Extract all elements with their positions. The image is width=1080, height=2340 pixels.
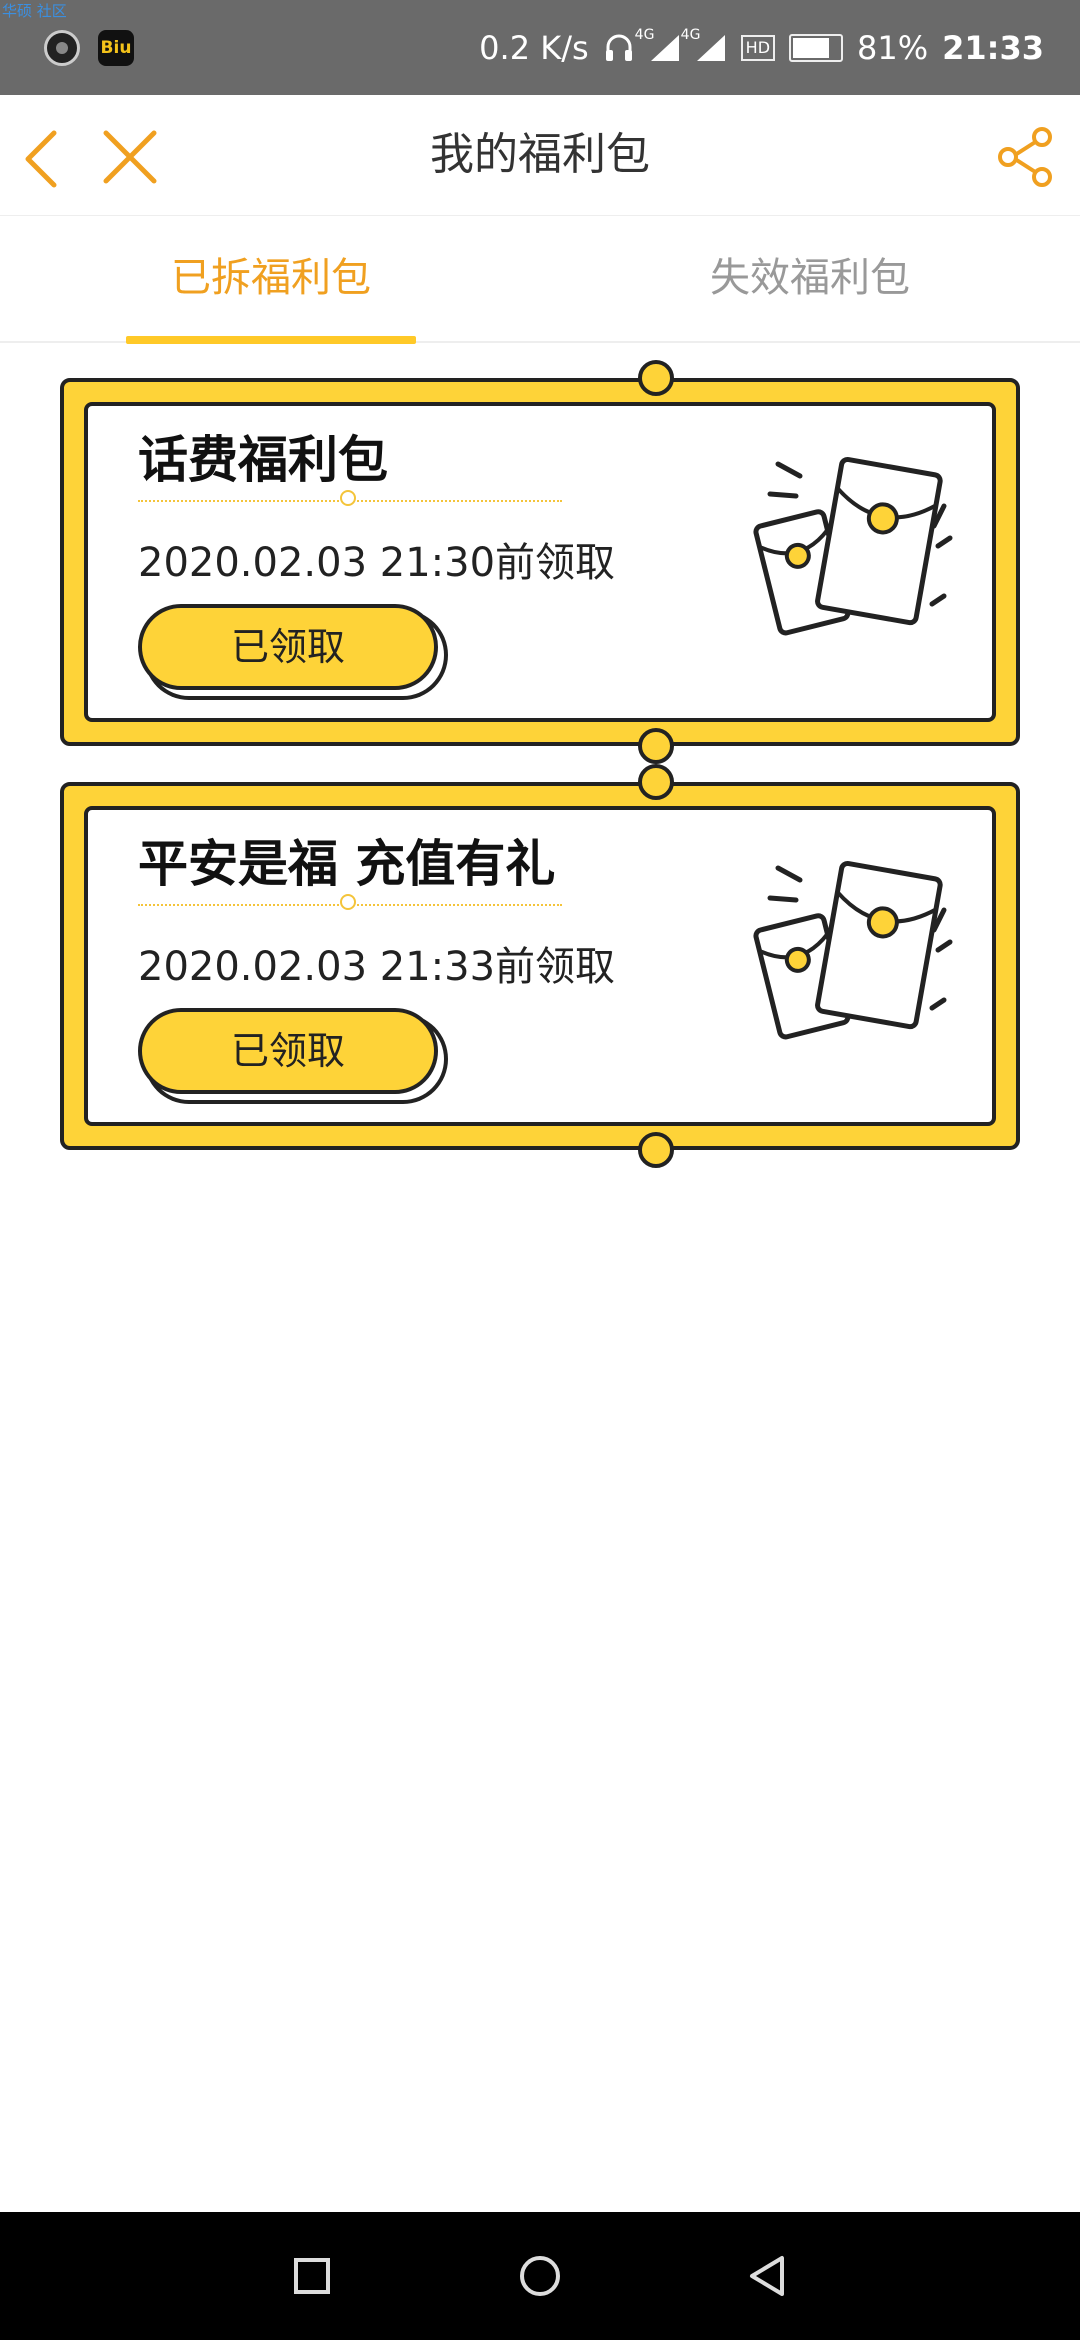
battery-icon bbox=[789, 34, 844, 62]
circle-home-icon bbox=[520, 2256, 560, 2296]
ticket-notch bbox=[638, 728, 674, 764]
card-title: 平安是福 充值有礼 bbox=[138, 835, 556, 893]
hd-badge: HD bbox=[740, 35, 776, 61]
card-deadline: 2020.02.03 21:33前领取 bbox=[138, 944, 616, 990]
headphones-icon bbox=[605, 34, 632, 61]
claimed-button[interactable]: 已领取 bbox=[138, 604, 438, 690]
card-inner: 平安是福 充值有礼 2020.02.03 21:33前领取 已领取 bbox=[84, 806, 996, 1126]
card-title: 话费福利包 bbox=[138, 431, 388, 489]
welfare-card: 平安是福 充值有礼 2020.02.03 21:33前领取 已领取 bbox=[60, 764, 1020, 1168]
card-deadline: 2020.02.03 21:30前领取 bbox=[138, 540, 616, 586]
tab-bar: 已拆福利包 失效福利包 bbox=[0, 216, 1080, 344]
app-header: 我的福利包 bbox=[0, 95, 1080, 216]
status-indicators: 0.2 K/s 4G 4G HD 81% 21:33 bbox=[479, 24, 1044, 72]
welfare-card: 话费福利包 2020.02.03 21:30前领取 已领取 bbox=[60, 360, 1020, 764]
net-speed: 0.2 K/s bbox=[479, 29, 589, 67]
signal-2: 4G bbox=[681, 27, 727, 63]
recents-button[interactable] bbox=[282, 2246, 342, 2306]
divider-ornament bbox=[340, 894, 356, 910]
biu-app-icon: Biu bbox=[98, 30, 134, 66]
camera-app-icon bbox=[44, 30, 80, 66]
signal-1: 4G bbox=[635, 27, 681, 63]
ticket-notch bbox=[638, 1132, 674, 1168]
net-type-1: 4G bbox=[634, 27, 655, 43]
triangle-back-icon bbox=[750, 2256, 784, 2296]
battery-percent: 81% bbox=[857, 29, 929, 67]
claimed-button[interactable]: 已领取 bbox=[138, 1008, 438, 1094]
clock: 21:33 bbox=[942, 29, 1044, 67]
share-button[interactable] bbox=[994, 125, 1058, 189]
tab-expired-packs[interactable]: 失效福利包 bbox=[660, 216, 960, 341]
page-title: 我的福利包 bbox=[430, 129, 650, 180]
net-type-2: 4G bbox=[680, 27, 701, 43]
system-nav-bar bbox=[0, 2212, 1080, 2340]
status-overlay-text: 华硕 社区 bbox=[2, 2, 67, 20]
share-icon bbox=[998, 127, 1052, 187]
divider-ornament bbox=[340, 490, 356, 506]
status-bar: 华硕 社区 Biu 0.2 K/s 4G 4G HD 81% 21:33 bbox=[0, 0, 1080, 95]
tab-opened-packs[interactable]: 已拆福利包 bbox=[126, 216, 416, 341]
home-button[interactable] bbox=[510, 2246, 570, 2306]
active-tab-indicator bbox=[126, 336, 416, 344]
red-envelope-icon bbox=[753, 456, 953, 636]
ticket-notch bbox=[638, 360, 674, 396]
battery-fill bbox=[793, 38, 830, 58]
card-inner: 话费福利包 2020.02.03 21:30前领取 已领取 bbox=[84, 402, 996, 722]
nav-back-button[interactable] bbox=[738, 2246, 798, 2306]
red-envelope-icon bbox=[753, 860, 953, 1040]
ticket-notch bbox=[638, 764, 674, 800]
square-recents-icon bbox=[294, 2258, 330, 2294]
